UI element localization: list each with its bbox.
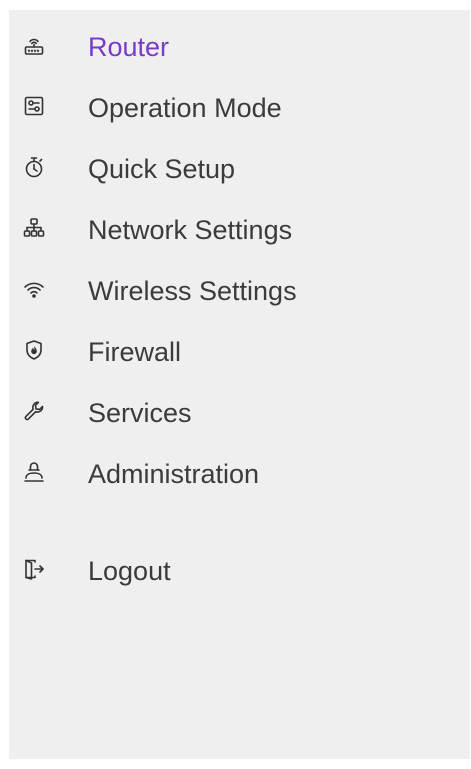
admin-user-icon [23,461,45,483]
sidebar-item-services[interactable]: Services [9,390,470,434]
sidebar-item-label: Quick Setup [88,154,236,184]
router-icon [23,34,45,56]
firewall-shield-icon [23,339,45,361]
sidebar-item-label: Wireless Settings [88,276,297,306]
sidebar-item-network-settings[interactable]: Network Settings [9,207,470,251]
wrench-icon [23,400,45,422]
sidebar-item-label: Operation Mode [88,93,282,123]
sidebar-item-label: Network Settings [88,215,293,245]
sidebar-nav: Router Operation Mode Quick Setup Networ… [9,10,470,759]
sidebar-item-label: Services [88,398,192,428]
sidebar-item-label: Administration [88,459,260,489]
sidebar-item-label: Firewall [88,337,182,367]
wifi-icon [23,278,45,300]
network-icon [23,217,45,239]
logout-label: Logout [88,556,171,586]
stopwatch-icon [23,156,45,178]
sidebar-item-operation-mode[interactable]: Operation Mode [9,85,470,129]
logout-icon [23,558,45,580]
sidebar-item-router[interactable]: Router [9,24,470,68]
sidebar-item-firewall[interactable]: Firewall [9,329,470,373]
sidebar-item-administration[interactable]: Administration [9,451,470,495]
sidebar-item-quick-setup[interactable]: Quick Setup [9,146,470,190]
sidebar-item-wireless-settings[interactable]: Wireless Settings [9,268,470,312]
sidebar-item-label: Router [88,32,170,62]
operation-mode-icon [23,95,45,117]
logout-button[interactable]: Logout [9,548,470,592]
